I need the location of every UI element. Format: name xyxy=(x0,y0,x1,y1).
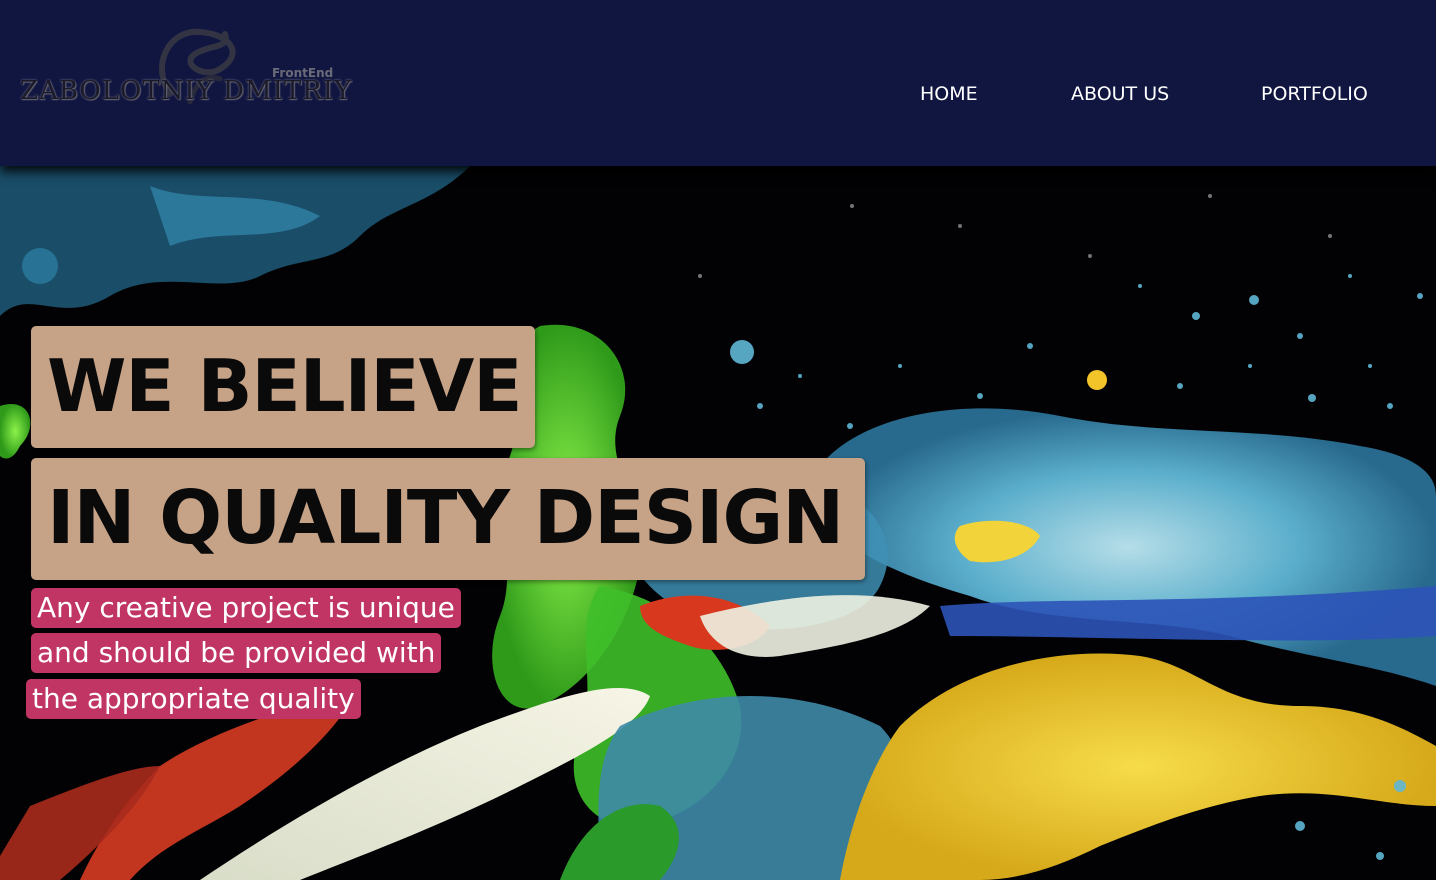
headline-line2-box: IN QUALITY DESIGN xyxy=(31,458,865,580)
subtext-line-2: and should be provided with xyxy=(31,633,442,673)
headline-line1-box: WE BELIEVE xyxy=(31,326,535,448)
nav-portfolio[interactable]: PORTFOLIO xyxy=(1261,83,1368,105)
hero-section: WE BELIEVE IN QUALITY DESIGN Any creativ… xyxy=(0,166,1436,880)
site-header: FrontEnd ZABOLOTNIY DMITRIY HOME ABOUT U… xyxy=(0,0,1436,166)
main-nav: HOME ABOUT US PORTFOLIO xyxy=(0,83,1436,109)
nav-home[interactable]: HOME xyxy=(920,83,978,105)
headline-line1: WE BELIEVE xyxy=(47,344,522,428)
nav-about-us[interactable]: ABOUT US xyxy=(1071,83,1169,105)
subtext-line-3: the appropriate quality xyxy=(26,679,361,719)
headline-line2: IN QUALITY DESIGN xyxy=(47,475,844,561)
subtext-line-1: Any creative project is unique xyxy=(31,588,461,628)
